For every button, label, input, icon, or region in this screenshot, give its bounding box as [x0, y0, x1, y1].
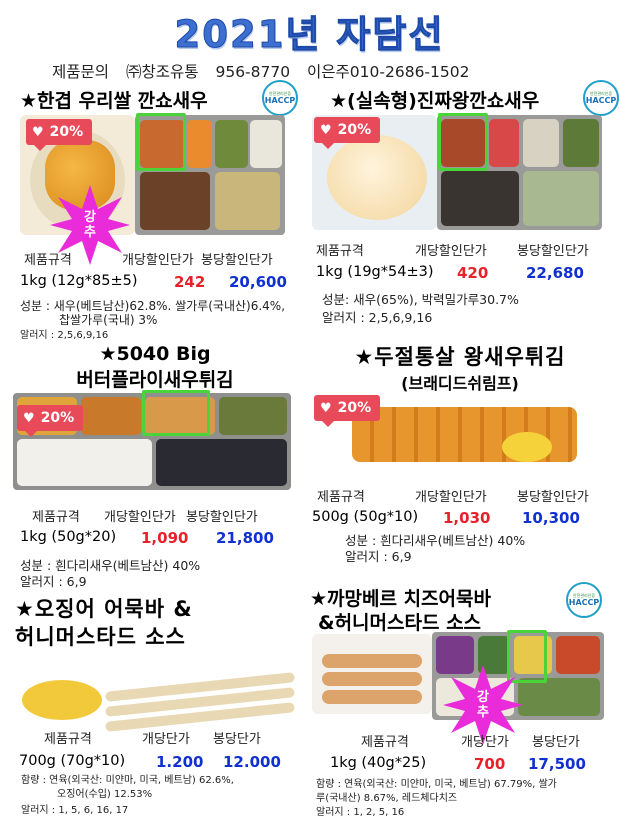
- product-2-allergens: 알러지 : 2,5,6,9,16: [322, 310, 433, 325]
- product-2-discount-badge: ♥ 20%: [314, 117, 381, 149]
- product-5-title: ★오징어 어묵바 &: [15, 597, 193, 621]
- product-1-pack-price: 20,600: [229, 273, 287, 291]
- product-3-title: ★5040 Big: [99, 343, 211, 365]
- product-6-label-unit: 개당단가: [461, 735, 509, 750]
- product-2-pack-price: 22,680: [526, 264, 584, 282]
- product-4-pack-price: 10,300: [522, 509, 580, 527]
- product-4-title-2: (브래디드쉬림프): [401, 374, 519, 393]
- product-3-allergens: 알러지 : 6,9: [20, 574, 87, 589]
- product-3-label-unit: 개당할인단가: [104, 510, 176, 525]
- product-4-discount-badge: ♥ 20%: [314, 395, 381, 427]
- product-3-label-spec: 제품규격: [32, 510, 80, 525]
- heart-icon: ♥: [32, 124, 44, 140]
- heart-icon: ♥: [320, 400, 332, 416]
- product-6-allergens: 알러지 : 1, 2, 5, 16: [316, 807, 405, 818]
- contact-person: 이은주010-2686-1502: [307, 63, 470, 81]
- haccp-badge-icon: 안전관리인증 HACCP: [583, 80, 619, 116]
- product-1-label-pack: 봉당할인단가: [201, 253, 273, 268]
- product-1-discount-badge: ♥ 20%: [26, 119, 93, 151]
- product-5-ingredients-2: 오징어(수입) 12.53%: [57, 789, 153, 800]
- product-3-pack-price: 21,800: [216, 529, 274, 547]
- product-6-spec: 1kg (40g*25): [330, 755, 427, 771]
- product-4-label-pack: 봉당할인단가: [517, 490, 589, 505]
- product-6-photo: [312, 634, 432, 714]
- product-3-highlight: [142, 390, 210, 436]
- product-2-spec: 1kg (19g*54±3): [316, 264, 434, 280]
- product-1-highlight: [136, 113, 186, 171]
- product-1-allergens: 알러지 : 2,5,6,9,16: [20, 330, 109, 341]
- product-4-spec: 500g (50g*10): [312, 509, 419, 525]
- product-2-highlight: [438, 113, 488, 171]
- product-6-title: ★까망베르 치즈어묵바: [310, 588, 491, 610]
- product-2-title: ★(실속형)진짜왕깐쇼새우: [330, 90, 540, 112]
- product-3-unit-price: 1,090: [141, 529, 189, 547]
- heart-icon: ♥: [320, 122, 332, 138]
- product-1-title: ★한겹 우리쌀 깐쇼새우: [20, 90, 208, 112]
- product-4-ingredients: 성분 : 흰다리새우(베트남산) 40%: [345, 533, 526, 548]
- product-3-discount-badge: ♥ 20%: [17, 405, 84, 437]
- product-6-pack-price: 17,500: [528, 755, 586, 773]
- product-3-label-pack: 봉당할인단가: [186, 510, 258, 525]
- company-name: ㈜창조유통: [125, 63, 199, 81]
- product-5-label-unit: 개당단가: [142, 732, 190, 747]
- contact-label: 제품문의: [52, 63, 110, 81]
- product-6-unit-price: 700: [474, 755, 506, 773]
- product-4-label-unit: 개당할인단가: [415, 490, 487, 505]
- product-1-ingredients: 성분 : 새우(베트남산)62.8%. 쌀가루(국내산)6.4%,: [20, 299, 286, 313]
- phone-number: 956-8770: [215, 63, 291, 81]
- product-5-title-2: 허니머스타드 소스: [15, 625, 186, 649]
- haccp-badge-icon: 안전관리인증 HACCP: [566, 582, 602, 618]
- product-6-ingredients: 함량 : 연육(외국산: 미얀마, 미국, 베트남) 67.79%, 쌀가: [316, 779, 557, 790]
- product-5-unit-price: 1.200: [156, 753, 204, 771]
- product-4-unit-price: 1,030: [443, 509, 491, 527]
- product-5-label-spec: 제품규격: [44, 732, 92, 747]
- product-6-title-2: &허니머스타드 소스: [318, 612, 482, 634]
- haccp-badge-icon: 안전관리인증 HACCP: [262, 80, 298, 116]
- page-title: 2021년 자담선: [174, 13, 445, 57]
- product-4-title: ★두절통살 왕새우튀김: [354, 345, 566, 369]
- product-5-ingredients: 함량 : 연육(외국산: 미얀마, 미국, 베트남) 62.6%,: [21, 775, 234, 786]
- product-1-unit-price: 242: [174, 273, 206, 291]
- contact-line: 제품문의 ㈜창조유통 956-8770 이은주010-2686-1502: [52, 60, 481, 82]
- heart-icon: ♥: [23, 410, 35, 426]
- product-1-spec: 1kg (12g*85±5): [20, 273, 138, 289]
- product-3-title-2: 버터플라이새우튀김: [76, 369, 234, 391]
- product-6-label-pack: 봉당단가: [532, 735, 580, 750]
- product-2-label-unit: 개당할인단가: [415, 244, 487, 259]
- product-5-photo: [10, 652, 305, 734]
- product-2-ingredients: 성분: 새우(65%), 박력밀가루30.7%: [322, 292, 519, 307]
- product-5-spec: 700g (70g*10): [19, 753, 126, 769]
- product-3-ingredients: 성분 : 흰다리새우(베트남산) 40%: [20, 558, 201, 573]
- product-5-allergens: 알러지 : 1, 5, 6, 16, 17: [21, 805, 129, 816]
- product-3-spec: 1kg (50g*20): [20, 529, 117, 545]
- product-5-pack-price: 12.000: [223, 753, 281, 771]
- product-4-allergens: 알러지 : 6,9: [345, 549, 412, 564]
- product-1-label-spec: 제품규격: [24, 253, 72, 268]
- product-1-ingredients-2: 찹쌀가루(국내) 3%: [59, 313, 158, 327]
- product-5-label-pack: 봉당단가: [213, 732, 261, 747]
- product-6-ingredients-2: 루(국내산) 8.67%, 레드체다치즈: [316, 793, 458, 804]
- product-2-label-pack: 봉당할인단가: [517, 244, 589, 259]
- product-2-unit-price: 420: [457, 264, 489, 282]
- product-6-label-spec: 제품규격: [361, 735, 409, 750]
- product-1-label-unit: 개당할인단가: [122, 253, 194, 268]
- product-4-label-spec: 제품규격: [317, 490, 365, 505]
- product-2-label-spec: 제품규격: [316, 244, 364, 259]
